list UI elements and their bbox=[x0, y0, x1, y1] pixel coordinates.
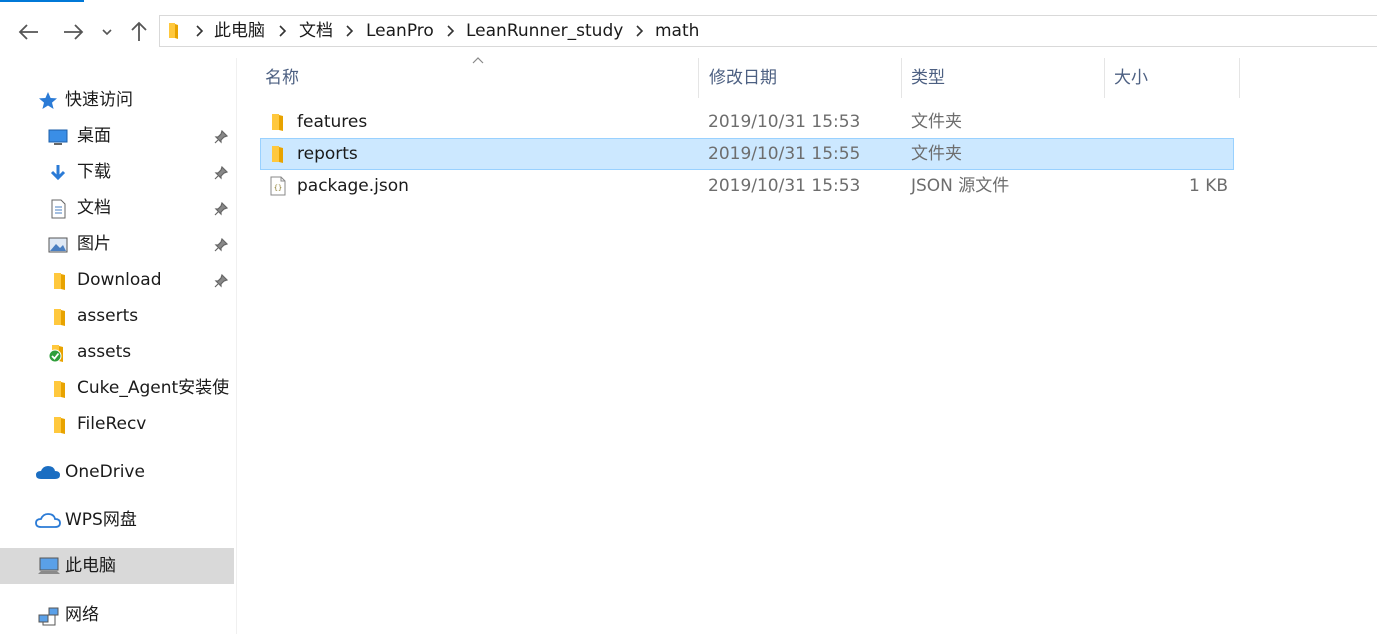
back-arrow-icon bbox=[18, 24, 38, 40]
breadcrumb-item-math[interactable]: math bbox=[655, 21, 699, 41]
column-header-label: 修改日期 bbox=[709, 68, 777, 88]
sidebar-item-assets[interactable]: assets bbox=[0, 336, 236, 368]
sidebar-item-network[interactable]: 网络 bbox=[0, 599, 236, 631]
sidebar-item-label: asserts bbox=[77, 306, 139, 326]
column-header-name[interactable]: 名称 bbox=[248, 58, 699, 98]
file-name: reports bbox=[297, 144, 358, 164]
pin-icon[interactable] bbox=[214, 274, 228, 288]
chevron-right-icon[interactable] bbox=[344, 25, 354, 37]
star-icon bbox=[39, 92, 57, 109]
sidebar-item-label: OneDrive bbox=[65, 462, 145, 482]
network-icon bbox=[38, 607, 59, 626]
document-icon bbox=[51, 199, 66, 219]
back-button[interactable] bbox=[16, 19, 42, 45]
folder-icon bbox=[272, 114, 283, 131]
sidebar-item-quick-access[interactable]: 快速访问 bbox=[0, 84, 236, 116]
file-list: 名称 修改日期 类型 大小 features 2019/10/31 15:53 … bbox=[248, 56, 1377, 634]
column-divider[interactable] bbox=[1239, 58, 1240, 98]
sidebar-item-label: WPS网盘 bbox=[65, 510, 137, 530]
computer-icon bbox=[38, 557, 60, 574]
up-button[interactable] bbox=[126, 19, 152, 45]
forward-button[interactable] bbox=[60, 19, 86, 45]
breadcrumb-item-leanpro[interactable]: LeanPro bbox=[366, 21, 434, 41]
breadcrumb-item-documents[interactable]: 文档 bbox=[299, 21, 333, 41]
file-date: 2019/10/31 15:53 bbox=[708, 176, 861, 196]
chevron-right-icon[interactable] bbox=[634, 25, 644, 37]
pin-icon[interactable] bbox=[214, 238, 228, 252]
file-row-reports[interactable]: reports 2019/10/31 15:55 文件夹 bbox=[260, 138, 1234, 170]
file-date: 2019/10/31 15:53 bbox=[708, 112, 861, 132]
svg-text:{}: {} bbox=[274, 184, 282, 192]
sidebar-item-asserts[interactable]: asserts bbox=[0, 300, 236, 332]
folder-synced-icon bbox=[48, 345, 63, 363]
pin-icon[interactable] bbox=[214, 130, 228, 144]
pane-divider[interactable] bbox=[236, 58, 237, 634]
folder-icon bbox=[54, 417, 65, 434]
sidebar-item-wps[interactable]: WPS网盘 bbox=[0, 504, 236, 536]
recent-locations-button[interactable] bbox=[98, 19, 116, 45]
sidebar-item-desktop[interactable]: 桌面 bbox=[0, 120, 236, 152]
chevron-right-icon[interactable] bbox=[194, 25, 204, 37]
download-icon bbox=[50, 165, 66, 181]
breadcrumb-item-leanrunner-study[interactable]: LeanRunner_study bbox=[466, 21, 623, 41]
sidebar-item-label: 桌面 bbox=[77, 126, 111, 146]
sidebar-item-label: assets bbox=[77, 342, 132, 362]
window-top-accent bbox=[0, 0, 84, 2]
sidebar-item-filerecv[interactable]: FileRecv bbox=[0, 408, 236, 440]
file-name: features bbox=[297, 112, 368, 132]
desktop-icon bbox=[48, 129, 68, 145]
sidebar-item-downloads[interactable]: 下载 bbox=[0, 156, 236, 188]
navigation-pane: 快速访问 桌面 下载 文档 图片 Download asserts assets… bbox=[0, 80, 236, 634]
sidebar-item-pictures[interactable]: 图片 bbox=[0, 228, 236, 260]
file-type: 文件夹 bbox=[911, 144, 962, 164]
sidebar-item-label: 图片 bbox=[77, 234, 111, 254]
sidebar-item-download-folder[interactable]: Download bbox=[0, 264, 236, 296]
file-type: JSON 源文件 bbox=[911, 176, 1010, 196]
pictures-icon bbox=[48, 237, 68, 253]
folder-icon bbox=[54, 381, 65, 398]
sidebar-item-this-pc[interactable]: 此电脑 bbox=[0, 548, 234, 584]
cloud-outline-icon bbox=[35, 513, 61, 528]
sidebar-item-label: Download bbox=[77, 270, 162, 290]
sidebar-item-label: 快速访问 bbox=[65, 90, 133, 110]
file-size: 1 KB bbox=[1188, 176, 1228, 196]
sidebar-item-label: 文档 bbox=[77, 198, 111, 218]
sidebar-item-onedrive[interactable]: OneDrive bbox=[0, 456, 236, 488]
sidebar-item-label: 下载 bbox=[77, 162, 111, 182]
pin-icon[interactable] bbox=[214, 166, 228, 180]
sidebar-item-label: Cuke_Agent安装使 bbox=[77, 378, 230, 398]
column-header-type[interactable]: 类型 bbox=[902, 58, 1105, 98]
forward-arrow-icon bbox=[64, 24, 84, 40]
navigation-bar: 此电脑 文档 LeanPro LeanRunner_study math bbox=[0, 7, 1377, 55]
sidebar-item-cuke-agent[interactable]: Cuke_Agent安装使 bbox=[0, 372, 236, 404]
chevron-right-icon[interactable] bbox=[277, 25, 287, 37]
file-type: 文件夹 bbox=[911, 112, 962, 132]
chevron-right-icon[interactable] bbox=[445, 25, 455, 37]
file-row-features[interactable]: features 2019/10/31 15:53 文件夹 bbox=[260, 106, 1234, 138]
sidebar-item-label: 网络 bbox=[65, 605, 99, 625]
json-file-icon: {} bbox=[270, 176, 286, 196]
sidebar-item-label: FileRecv bbox=[77, 414, 147, 434]
up-arrow-icon bbox=[131, 21, 147, 41]
pin-icon[interactable] bbox=[214, 202, 228, 216]
folder-icon bbox=[272, 146, 283, 163]
sidebar-item-documents[interactable]: 文档 bbox=[0, 192, 236, 224]
folder-icon bbox=[54, 273, 65, 290]
column-header-date[interactable]: 修改日期 bbox=[699, 58, 902, 98]
file-date: 2019/10/31 15:55 bbox=[708, 144, 861, 164]
file-name: package.json bbox=[297, 176, 409, 196]
folder-icon bbox=[54, 309, 65, 326]
column-header-label: 类型 bbox=[911, 68, 945, 88]
column-header-label: 大小 bbox=[1114, 68, 1148, 88]
breadcrumb-item-this-pc[interactable]: 此电脑 bbox=[214, 21, 265, 41]
column-header-size[interactable]: 大小 bbox=[1105, 58, 1240, 98]
address-bar[interactable]: 此电脑 文档 LeanPro LeanRunner_study math bbox=[159, 15, 1377, 47]
cloud-icon bbox=[36, 466, 60, 479]
column-header-label: 名称 bbox=[265, 68, 299, 88]
file-row-package-json[interactable]: {} package.json 2019/10/31 15:53 JSON 源文… bbox=[260, 170, 1234, 202]
folder-icon bbox=[169, 23, 178, 39]
chevron-down-icon bbox=[102, 29, 112, 36]
sidebar-item-label: 此电脑 bbox=[65, 556, 116, 576]
